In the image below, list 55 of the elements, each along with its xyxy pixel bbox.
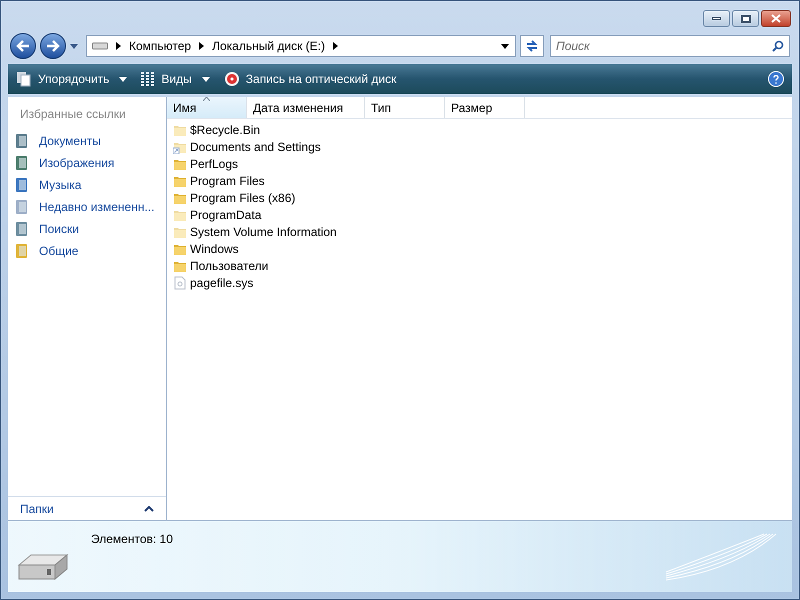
- column-header[interactable]: Имя: [167, 97, 247, 118]
- search-field[interactable]: Поиск: [550, 35, 790, 57]
- file-name[interactable]: ProgramData: [190, 206, 262, 224]
- refresh-icon: [525, 39, 539, 53]
- column-header[interactable]: Тип: [365, 97, 445, 118]
- file-name[interactable]: Windows: [190, 240, 239, 258]
- back-button[interactable]: [10, 33, 36, 59]
- document-icon: [15, 133, 29, 149]
- item-count: Элементов: 10: [91, 531, 173, 548]
- dropdown-caret-icon[interactable]: [501, 44, 509, 48]
- drive-icon: [92, 41, 108, 51]
- toolbar-button[interactable]: Упорядочить: [16, 70, 128, 88]
- minimize-button[interactable]: [703, 10, 730, 27]
- pages-icon: [16, 71, 32, 87]
- favorite-link[interactable]: Документы: [39, 132, 101, 150]
- caret-icon: [119, 76, 128, 82]
- toolbar-button[interactable]: Виды: [141, 70, 210, 88]
- close-button[interactable]: [761, 10, 791, 27]
- close-icon: [771, 14, 781, 23]
- favorite-link[interactable]: Поиски: [39, 220, 79, 238]
- favorite-link[interactable]: Музыка: [39, 176, 82, 194]
- chevron-right-icon[interactable]: [116, 42, 121, 50]
- file-name[interactable]: Documents and Settings: [190, 138, 321, 156]
- file-name[interactable]: $Recycle.Bin: [190, 120, 260, 138]
- chevron-right-icon[interactable]: [333, 42, 338, 50]
- disc-icon: [224, 71, 240, 87]
- file-icon: [174, 276, 186, 290]
- breadcrumb[interactable]: Компьютер: [129, 37, 192, 55]
- breadcrumb[interactable]: Локальный диск (E:): [212, 37, 326, 55]
- pane-heading: Избранные ссылки: [20, 106, 127, 123]
- forward-button[interactable]: [40, 33, 66, 59]
- favorite-link[interactable]: Изображения: [39, 154, 114, 172]
- chevron-right-icon[interactable]: [199, 42, 204, 50]
- file-name[interactable]: Program Files: [190, 172, 265, 190]
- views-icon: [141, 71, 156, 87]
- maximize-button[interactable]: [732, 10, 759, 27]
- file-name[interactable]: Program Files (x86): [190, 188, 296, 206]
- file-name[interactable]: System Volume Information: [190, 222, 337, 240]
- favorite-link[interactable]: Общие: [39, 242, 78, 260]
- refresh-button[interactable]: [520, 35, 544, 57]
- column-header[interactable]: Размер: [445, 97, 525, 118]
- caret-icon: [202, 76, 210, 82]
- file-name[interactable]: pagefile.sys: [190, 274, 254, 292]
- toolbar-button[interactable]: Запись на оптический диск: [224, 70, 396, 88]
- help-icon: [773, 74, 779, 84]
- chevron-up-icon: [144, 506, 154, 512]
- favorite-link[interactable]: Недавно измененн...: [39, 198, 154, 216]
- file-name[interactable]: PerfLogs: [190, 154, 238, 172]
- back-arrow-icon: [16, 40, 30, 52]
- column-header[interactable]: Дата изменения: [247, 97, 365, 118]
- file-name[interactable]: Пользователи: [190, 256, 268, 274]
- forward-arrow-icon: [46, 40, 60, 52]
- help-button[interactable]: [768, 71, 784, 87]
- search-icon[interactable]: [772, 40, 784, 52]
- address-bar[interactable]: Компьютер Локальный диск (E:): [86, 35, 516, 57]
